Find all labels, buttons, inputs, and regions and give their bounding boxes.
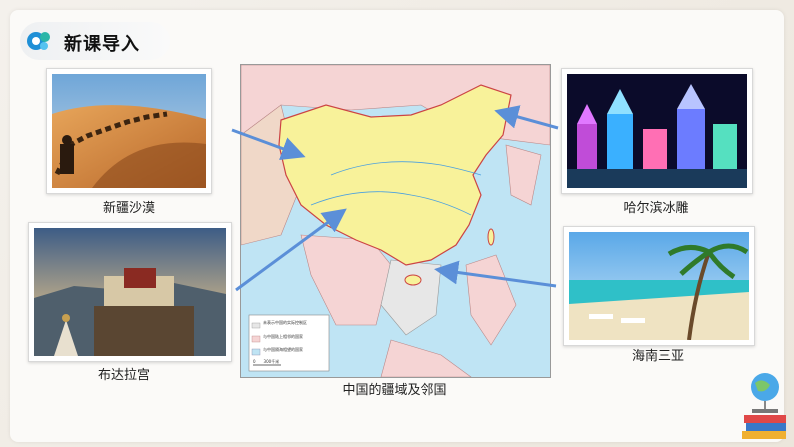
arrow-potala: [235, 208, 347, 292]
pointer-arrows: [231, 105, 559, 292]
arrow-xinjiang: [231, 128, 306, 161]
arrow-harbin: [494, 105, 559, 130]
globe-books-icon: [742, 373, 786, 439]
arrow-sanya: [434, 260, 557, 288]
